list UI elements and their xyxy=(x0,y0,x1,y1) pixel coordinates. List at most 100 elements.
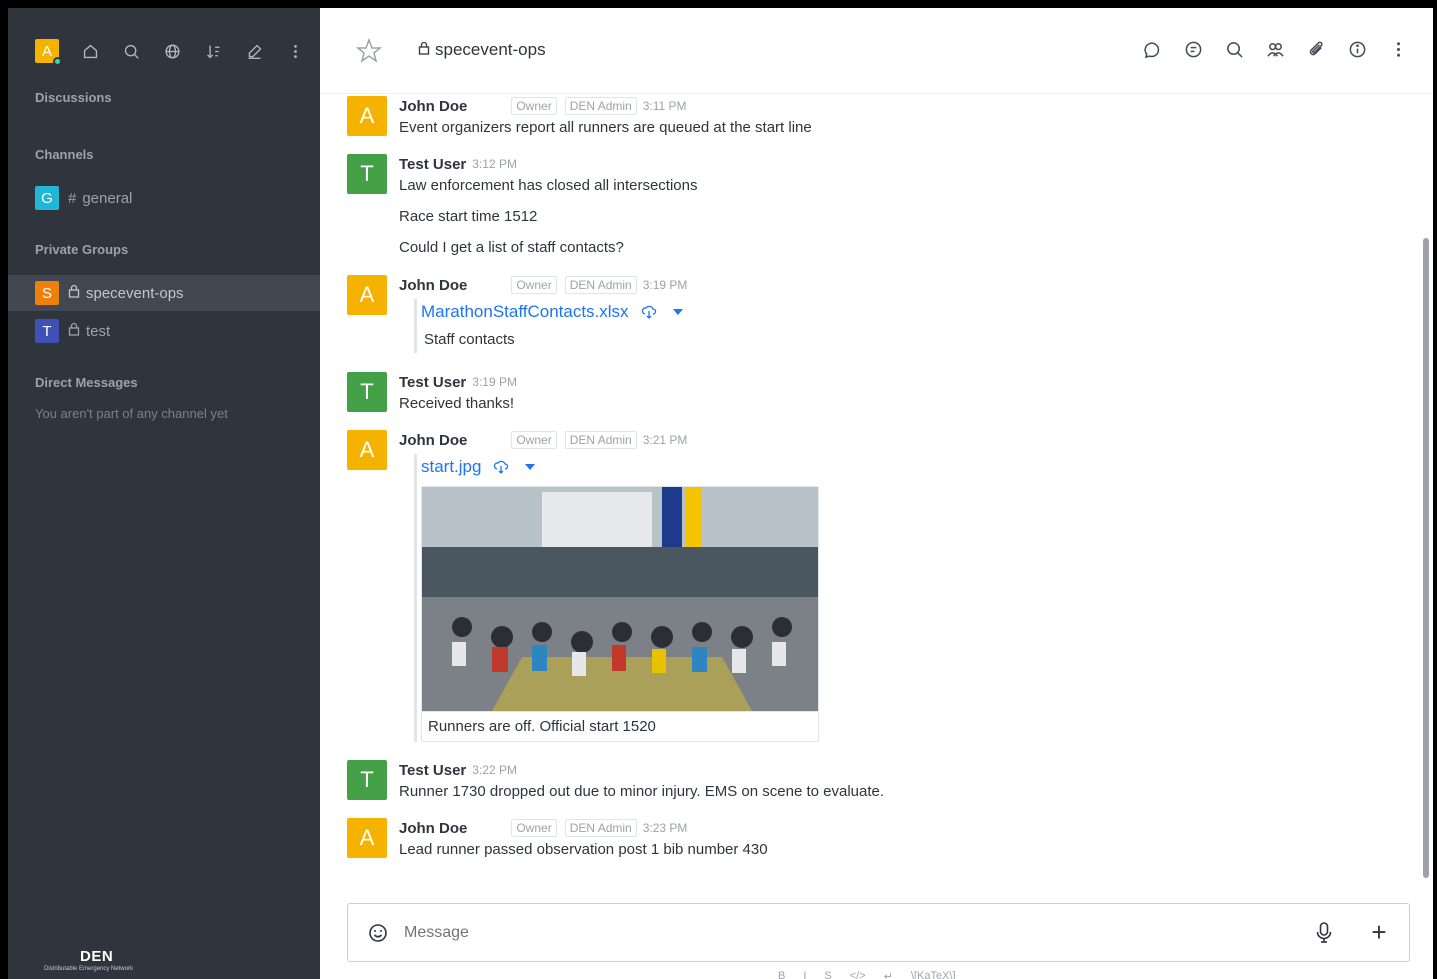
collapse-caret-icon[interactable] xyxy=(672,309,683,315)
message-timestamp: 3:21 PM xyxy=(642,433,688,447)
message-username[interactable]: John Doe xyxy=(399,820,467,837)
room-name: specevent-ops xyxy=(435,40,546,59)
avatar[interactable]: T xyxy=(347,760,387,800)
collapse-caret-icon[interactable] xyxy=(525,464,536,470)
message-text: Runner 1730 dropped out due to minor inj… xyxy=(399,783,885,800)
message-username[interactable]: Test User xyxy=(399,762,466,779)
emoji-icon[interactable] xyxy=(367,922,389,944)
message-text: Lead runner passed observation post 1 bi… xyxy=(399,841,768,858)
role-badge-owner: Owner xyxy=(511,431,557,449)
avatar[interactable]: A xyxy=(347,275,387,315)
sidebar-item-label: general xyxy=(82,189,133,207)
scrollbar-thumb[interactable] xyxy=(1423,238,1429,878)
italic-format-button[interactable]: I xyxy=(803,970,806,979)
message-timestamp: 3:19 PM xyxy=(472,375,517,389)
message-username[interactable]: John Doe xyxy=(399,432,467,449)
role-badge-admin: DEN Admin xyxy=(564,431,637,449)
message-input[interactable] xyxy=(404,923,1284,942)
message-list: A John Doe Owner DEN Admin 3:11 PM Event… xyxy=(320,94,1420,890)
message-username[interactable]: Test User xyxy=(399,156,466,173)
sidebar: A Discussions Channels G # general Priva… xyxy=(8,8,320,979)
attachment-link[interactable]: start.jpg xyxy=(421,457,481,477)
directory-globe-icon[interactable] xyxy=(162,41,182,61)
avatar[interactable]: T xyxy=(347,154,387,194)
sidebar-item-label: test xyxy=(86,322,111,340)
message-timestamp: 3:22 PM xyxy=(472,763,517,777)
message-text: Received thanks! xyxy=(399,395,515,412)
sidebar-item-general[interactable]: G # general xyxy=(8,180,320,216)
message-composer: + xyxy=(347,903,1410,962)
files-clip-icon[interactable] xyxy=(1305,38,1327,60)
avatar[interactable]: A xyxy=(347,430,387,470)
threads-icon[interactable] xyxy=(1182,38,1204,60)
user-avatar[interactable]: A xyxy=(35,39,62,66)
role-badge-admin: DEN Admin xyxy=(564,819,637,837)
create-new-icon[interactable] xyxy=(244,41,264,61)
race-start-photo[interactable] xyxy=(422,487,818,711)
search-icon[interactable] xyxy=(121,41,141,61)
kebab-menu-icon[interactable] xyxy=(285,41,305,61)
online-status-icon xyxy=(53,57,62,66)
message-timestamp: 3:12 PM xyxy=(472,157,517,171)
discussion-icon[interactable] xyxy=(1141,38,1163,60)
room-header: specevent-ops xyxy=(320,8,1433,94)
image-caption: Runners are off. Official start 1520 xyxy=(422,711,818,741)
info-icon[interactable] xyxy=(1346,38,1368,60)
private-groups-heading: Private Groups xyxy=(35,242,129,257)
den-logo: DEN Distributable Emergency Network xyxy=(44,948,164,972)
lock-icon xyxy=(418,40,430,60)
members-icon[interactable] xyxy=(1264,38,1286,60)
hash-icon: # xyxy=(68,189,77,207)
plus-icon[interactable]: + xyxy=(1368,919,1390,945)
avatar[interactable]: A xyxy=(347,96,387,136)
sidebar-item-specevent-ops[interactable]: S specevent-ops xyxy=(8,275,320,311)
logo-title: DEN xyxy=(80,948,114,965)
role-badge-owner: Owner xyxy=(511,276,557,294)
role-badge-admin: DEN Admin xyxy=(564,97,637,115)
image-attachment: start.jpg Runners are off. Official star… xyxy=(414,454,1389,742)
multiline-format-button[interactable]: ↵ xyxy=(884,970,893,979)
room-avatar: G xyxy=(35,186,59,210)
favorite-star-icon[interactable] xyxy=(356,38,382,64)
avatar[interactable]: T xyxy=(347,372,387,412)
header-toolbar xyxy=(1122,38,1409,60)
file-attachment: MarathonStaffContacts.xlsx Staff contact… xyxy=(414,299,1389,353)
code-format-button[interactable]: </> xyxy=(850,970,866,979)
kebab-menu-icon[interactable] xyxy=(1387,38,1409,60)
download-cloud-icon[interactable] xyxy=(641,304,657,320)
attachment-link[interactable]: MarathonStaffContacts.xlsx xyxy=(421,302,629,322)
channels-heading: Channels xyxy=(35,147,94,162)
lock-icon xyxy=(68,284,80,302)
message-username[interactable]: Test User xyxy=(399,374,466,391)
attachment-description: Staff contacts xyxy=(424,331,515,348)
role-badge-admin: DEN Admin xyxy=(564,276,637,294)
katex-format-button[interactable]: \[KaTeX\] xyxy=(911,970,956,979)
room-title: specevent-ops xyxy=(418,40,546,60)
image-card: Runners are off. Official start 1520 xyxy=(421,486,819,742)
message-timestamp: 3:11 PM xyxy=(642,99,687,113)
message-username[interactable]: John Doe xyxy=(399,98,467,115)
room-avatar: S xyxy=(35,281,59,305)
message-text: Law enforcement has closed all intersect… xyxy=(399,177,698,194)
sidebar-item-label: specevent-ops xyxy=(86,284,184,302)
microphone-icon[interactable] xyxy=(1313,921,1335,945)
message-timestamp: 3:23 PM xyxy=(642,821,688,835)
strike-format-button[interactable]: S xyxy=(824,970,831,979)
avatar[interactable]: A xyxy=(347,818,387,858)
message-username[interactable]: John Doe xyxy=(399,277,467,294)
app-window: A Discussions Channels G # general Priva… xyxy=(8,8,1433,979)
message-text: Race start time 1512 xyxy=(399,208,538,225)
user-avatar-initial: A xyxy=(41,42,52,60)
discussions-heading[interactable]: Discussions xyxy=(35,90,112,105)
search-icon[interactable] xyxy=(1223,38,1245,60)
download-cloud-icon[interactable] xyxy=(493,459,509,475)
role-badge-owner: Owner xyxy=(511,97,557,115)
message-text: Could I get a list of staff contacts? xyxy=(399,239,624,256)
home-icon[interactable] xyxy=(80,41,100,61)
sort-icon[interactable] xyxy=(203,41,223,61)
dm-empty-text: You aren't part of any channel yet xyxy=(35,406,228,421)
direct-messages-heading: Direct Messages xyxy=(35,375,138,390)
sidebar-item-test[interactable]: T test xyxy=(8,313,320,349)
room-avatar: T xyxy=(35,319,59,343)
bold-format-button[interactable]: B xyxy=(778,970,785,979)
